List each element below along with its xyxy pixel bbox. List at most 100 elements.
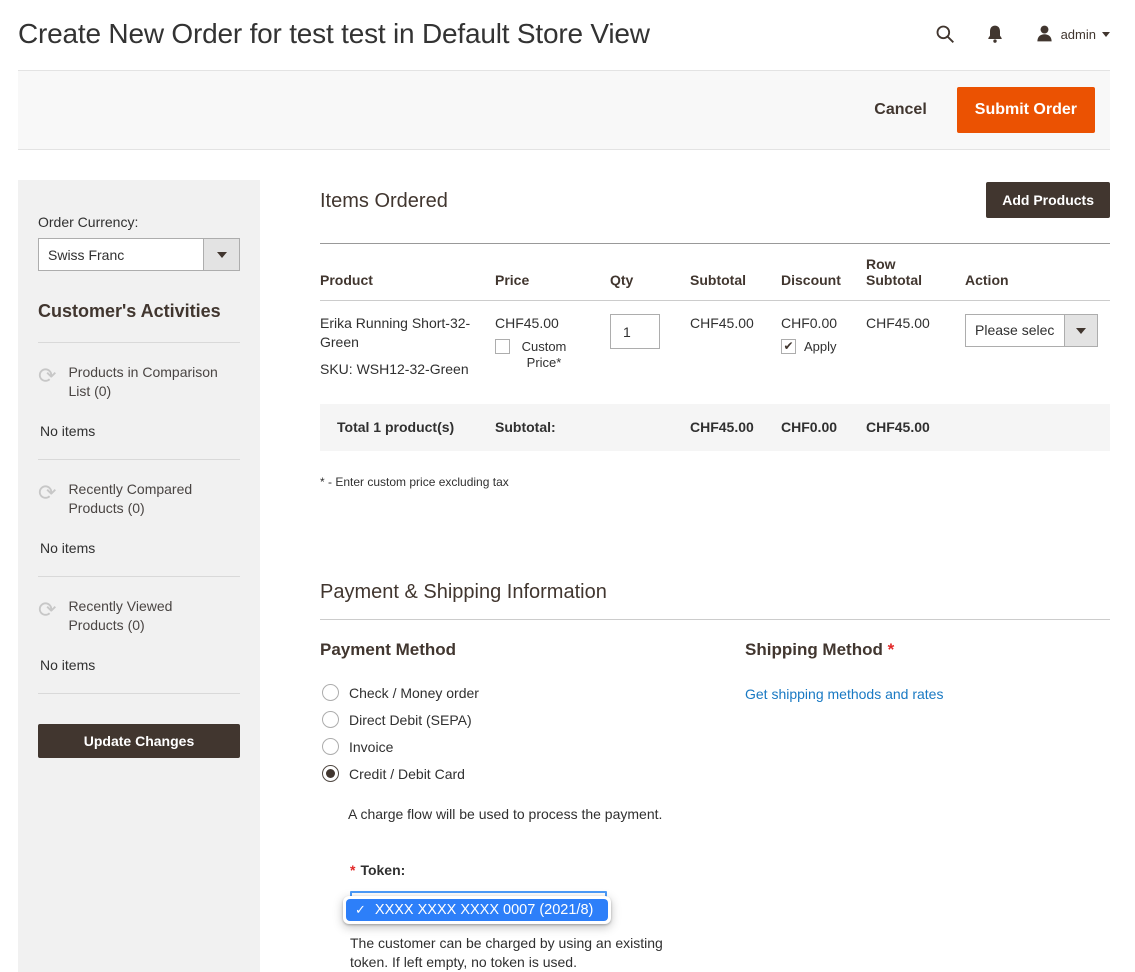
divider [38,576,240,577]
token-help-text: The customer can be charged by using an … [350,934,690,972]
order-currency-arrow[interactable] [203,239,239,270]
subtotal-cell: CHF45.00 [690,314,781,379]
radio-icon[interactable] [322,684,339,701]
payment-shipping-columns: Payment Method Check / Money order Direc… [320,640,1110,972]
divider [38,459,240,460]
payment-method-column: Payment Method Check / Money order Direc… [320,640,745,972]
token-select[interactable]: ✓ XXXX XXXX XXXX 0007 (2021/8) [350,891,607,923]
cancel-button[interactable]: Cancel [874,101,926,119]
custom-price-control: Custom Price* [495,339,598,371]
payment-shipping-section: Payment & Shipping Information Payment M… [320,581,1110,972]
recently-compared-label: Recently Compared Products (0) [68,480,228,518]
radio-direct-debit-sepa[interactable]: Direct Debit (SEPA) [320,711,745,728]
totals-subtotal-value: CHF45.00 [690,404,781,451]
col-action: Action [965,244,1110,300]
refresh-icon[interactable]: ⟳ [38,599,56,621]
token-option-label: XXXX XXXX XXXX 0007 (2021/8) [375,902,593,918]
comparison-list-empty: No items [40,423,240,439]
page-header: Create New Order for test test in Defaul… [18,0,1110,50]
submit-order-button[interactable]: Submit Order [957,87,1095,133]
apply-discount-label: Apply [804,339,837,355]
custom-price-footnote: * - Enter custom price excluding tax [320,475,1110,489]
items-table-header: Product Price Qty Subtotal Discount Row … [320,243,1110,301]
charge-flow-note: A charge flow will be used to process th… [348,806,745,822]
comparison-list-label: Products in Comparison List (0) [68,363,228,401]
refresh-icon[interactable]: ⟳ [38,482,56,504]
discount-cell: CHF0.00 ✔ Apply [781,314,866,379]
price-cell: CHF45.00 Custom Price* [495,314,610,379]
order-main: Items Ordered Add Products Product Price… [260,180,1110,972]
custom-price-checkbox[interactable] [495,339,510,354]
search-icon[interactable] [935,24,955,44]
col-row-subtotal: Row Subtotal [866,244,936,300]
token-label: *Token: [350,862,745,878]
totals-row: Total 1 product(s) Subtotal: CHF45.00 CH… [320,404,1110,451]
discount-value: CHF0.00 [781,314,854,333]
sidebar-item-recently-viewed[interactable]: ⟳ Recently Viewed Products (0) [38,597,240,635]
price-value: CHF45.00 [495,314,598,333]
totals-row-subtotal-value: CHF45.00 [866,404,965,451]
product-cell: Erika Running Short-32-Green SKU: WSH12-… [320,314,495,379]
get-shipping-methods-link[interactable]: Get shipping methods and rates [745,686,943,702]
header-actions: admin [935,18,1110,44]
check-icon: ✓ [355,902,366,918]
radio-icon[interactable] [322,738,339,755]
token-dropdown-popup: ✓ XXXX XXXX XXXX 0007 (2021/8) [343,896,611,924]
token-dropdown-option[interactable]: ✓ XXXX XXXX XXXX 0007 (2021/8) [346,899,608,921]
apply-discount-checkbox[interactable]: ✔ [781,339,796,354]
order-sidebar: Order Currency: Swiss Franc Customer's A… [18,180,260,972]
radio-label: Direct Debit (SEPA) [349,712,472,728]
product-name: Erika Running Short-32-Green [320,314,483,352]
col-discount: Discount [781,244,866,300]
token-field: *Token: ✓ XXXX XXXX XXXX 0007 (2021/8) [350,862,745,972]
action-select-arrow[interactable] [1064,315,1097,346]
required-asterisk: * [888,640,895,659]
product-sku: SKU: WSH12-32-Green [320,360,483,379]
customer-activities-title: Customer's Activities [38,301,240,322]
action-cell: Please selec [965,314,1110,379]
custom-price-label: Custom Price* [518,339,570,371]
items-ordered-header: Items Ordered Add Products [320,182,1110,218]
col-subtotal: Subtotal [690,244,781,300]
recently-compared-empty: No items [40,540,240,556]
payment-method-options: Check / Money order Direct Debit (SEPA) … [320,684,745,782]
user-avatar-icon [1035,24,1055,44]
totals-discount-value: CHF0.00 [781,404,866,451]
qty-cell [610,314,690,379]
admin-user-menu[interactable]: admin [1035,24,1110,44]
order-toolbar: Cancel Submit Order [18,70,1110,150]
create-order-page: Create New Order for test test in Defaul… [0,0,1135,972]
radio-label: Check / Money order [349,685,479,701]
col-product: Product [320,244,495,300]
required-asterisk: * [350,862,355,878]
radio-label: Invoice [349,739,393,755]
chevron-down-icon [217,252,227,258]
update-changes-button[interactable]: Update Changes [38,724,240,758]
chevron-down-icon [1102,32,1110,37]
divider [38,342,240,343]
totals-label: Total 1 product(s) [320,404,495,451]
radio-icon[interactable] [322,711,339,728]
table-row: Erika Running Short-32-Green SKU: WSH12-… [320,301,1110,404]
qty-input[interactable] [610,314,660,349]
recently-viewed-empty: No items [40,657,240,673]
col-price: Price [495,244,610,300]
order-currency-label: Order Currency: [38,214,240,230]
notifications-bell-icon[interactable] [985,24,1005,44]
order-currency-value: Swiss Franc [39,239,203,270]
sidebar-item-comparison-list[interactable]: ⟳ Products in Comparison List (0) [38,363,240,401]
totals-spacer [610,404,690,451]
recently-viewed-label: Recently Viewed Products (0) [68,597,228,635]
order-currency-select[interactable]: Swiss Franc [38,238,240,271]
radio-credit-debit-card[interactable]: Credit / Debit Card [320,765,745,782]
radio-selected-icon[interactable] [322,765,339,782]
radio-check-money-order[interactable]: Check / Money order [320,684,745,701]
admin-username: admin [1061,27,1096,42]
row-subtotal-cell: CHF45.00 [866,314,965,379]
refresh-icon[interactable]: ⟳ [38,365,56,387]
radio-invoice[interactable]: Invoice [320,738,745,755]
sidebar-item-recently-compared[interactable]: ⟳ Recently Compared Products (0) [38,480,240,518]
page-title: Create New Order for test test in Defaul… [18,18,650,50]
action-select[interactable]: Please selec [965,314,1098,347]
add-products-button[interactable]: Add Products [986,182,1110,218]
